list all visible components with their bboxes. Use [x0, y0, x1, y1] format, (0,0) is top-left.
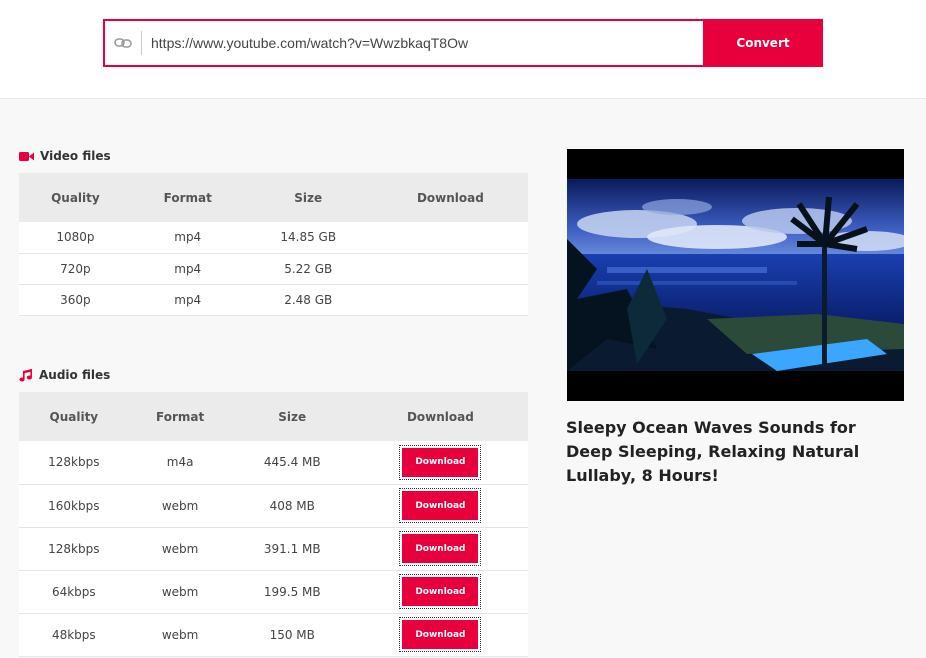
video-files-heading: Video files	[19, 149, 111, 163]
column-header: Format	[131, 173, 244, 222]
convert-button[interactable]: Convert	[703, 19, 823, 67]
column-header: Quality	[19, 173, 132, 222]
quality-cell: 1080p	[19, 222, 132, 254]
top-bar: Convert	[0, 0, 926, 99]
url-search-box: Convert	[103, 19, 823, 67]
size-cell: 391.1 MB	[231, 527, 353, 571]
size-cell: 14.85 GB	[243, 222, 373, 254]
download-cell	[372, 222, 528, 254]
quality-cell: 160kbps	[19, 484, 129, 528]
url-input[interactable]	[142, 21, 703, 65]
video-title: Sleepy Ocean Waves Sounds for Deep Sleep…	[566, 418, 860, 485]
download-focus-ring: Download	[399, 617, 482, 652]
size-cell: 2.48 GB	[243, 284, 373, 316]
download-focus-ring: Download	[399, 444, 482, 480]
format-cell: m4a	[128, 441, 232, 485]
download-cell	[372, 253, 528, 285]
column-header: Size	[231, 392, 353, 441]
column-header: Download	[352, 392, 528, 441]
format-cell: mp4	[131, 284, 244, 316]
size-cell: 199.5 MB	[231, 570, 353, 614]
download-cell: Download	[352, 527, 528, 571]
table-row: 360p mp4 2.48 GB	[19, 284, 528, 316]
table-row: 128kbps m4a 445.4 MB Download	[19, 441, 528, 485]
table-row: 48kbps webm 150 MB Download	[19, 613, 528, 657]
table-row: 720p mp4 5.22 GB	[19, 253, 528, 285]
audio-files-heading: Audio files	[19, 368, 110, 382]
video-files-title: Video files	[40, 149, 111, 163]
download-button[interactable]: Download	[402, 491, 479, 520]
video-files-table: Quality Format Size Download 1080p mp4 1…	[19, 173, 528, 316]
size-cell: 445.4 MB	[231, 441, 353, 485]
column-header: Quality	[19, 392, 129, 441]
download-button[interactable]: Download	[402, 620, 479, 649]
link-icon	[105, 21, 141, 65]
column-header: Size	[243, 173, 373, 222]
format-cell: webm	[128, 570, 232, 614]
format-cell: mp4	[131, 253, 244, 285]
quality-cell: 128kbps	[19, 527, 129, 571]
download-focus-ring: Download	[399, 574, 482, 609]
quality-cell: 720p	[19, 253, 132, 285]
table-row: 64kbps webm 199.5 MB Download	[19, 570, 528, 614]
download-cell: Download	[352, 441, 528, 485]
table-row: 128kbps webm 391.1 MB Download	[19, 527, 528, 571]
size-cell: 408 MB	[231, 484, 353, 528]
size-cell: 150 MB	[231, 613, 353, 657]
download-focus-ring: Download	[399, 531, 482, 566]
format-cell: webm	[128, 613, 232, 657]
download-button[interactable]: Download	[402, 534, 479, 563]
size-cell: 5.22 GB	[243, 253, 373, 285]
download-button[interactable]: Download	[402, 447, 479, 477]
column-header: Download	[372, 173, 528, 222]
audio-files-title: Audio files	[39, 368, 111, 382]
download-cell	[372, 284, 528, 316]
video-camera-icon	[19, 151, 34, 162]
quality-cell: 360p	[19, 284, 132, 316]
video-thumbnail[interactable]	[567, 149, 904, 401]
table-row: 160kbps webm 408 MB Download	[19, 484, 528, 528]
format-cell: webm	[128, 484, 232, 528]
table-header-row: Quality Format Size Download	[19, 173, 528, 222]
download-focus-ring: Download	[399, 488, 482, 523]
format-cell: mp4	[131, 222, 244, 254]
audio-files-table: Quality Format Size Download 128kbps m4a…	[19, 392, 528, 657]
format-cell: webm	[128, 527, 232, 571]
music-note-icon	[19, 368, 33, 382]
quality-cell: 128kbps	[19, 441, 129, 485]
download-button[interactable]: Download	[402, 577, 479, 606]
download-cell: Download	[352, 613, 528, 657]
column-header: Format	[128, 392, 232, 441]
download-cell: Download	[352, 484, 528, 528]
download-cell: Download	[352, 570, 528, 614]
quality-cell: 64kbps	[19, 570, 129, 614]
table-row: 1080p mp4 14.85 GB	[19, 222, 528, 254]
table-header-row: Quality Format Size Download	[19, 392, 528, 441]
quality-cell: 48kbps	[19, 613, 129, 657]
